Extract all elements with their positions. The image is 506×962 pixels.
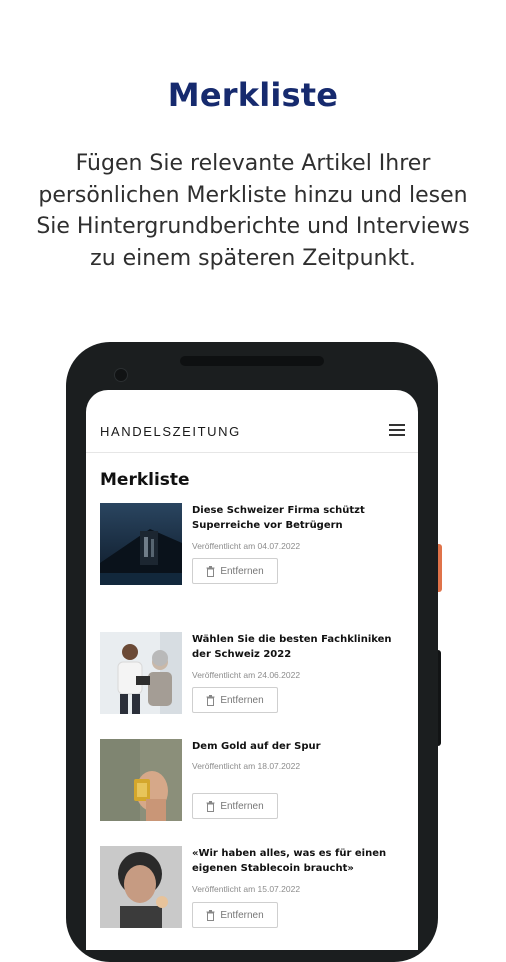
list-item[interactable]: Diese Schweizer Firma schützt Superreich…	[100, 503, 410, 593]
article-thumbnail[interactable]	[100, 846, 182, 928]
remove-button[interactable]: Entfernen	[192, 793, 278, 819]
promo-description: Fügen Sie relevante Artikel Ihrer persön…	[0, 148, 506, 274]
phone-speaker	[180, 356, 324, 366]
remove-button-label: Entfernen	[220, 565, 264, 577]
article-date: Veröffentlicht am 15.07.2022	[192, 884, 301, 894]
remove-button[interactable]: Entfernen	[192, 558, 278, 584]
phone-mockup: HANDELSZEITUNG Merkliste Diese Schweizer…	[66, 342, 438, 962]
article-title[interactable]: Wählen Sie die besten Fachkliniken der S…	[192, 632, 402, 662]
promo-description-line: Fügen Sie relevante Artikel Ihrer	[75, 151, 431, 176]
phone-screen: HANDELSZEITUNG Merkliste Diese Schweizer…	[86, 390, 418, 950]
article-title[interactable]: Dem Gold auf der Spur	[192, 739, 402, 754]
article-thumbnail[interactable]	[100, 739, 182, 821]
phone-camera-icon	[114, 368, 128, 382]
brand-logo[interactable]: HANDELSZEITUNG	[100, 424, 241, 439]
promo-title: Merkliste	[167, 76, 339, 114]
list-item[interactable]: «Wir haben alles, was es für einen eigen…	[100, 846, 410, 950]
article-title[interactable]: Diese Schweizer Firma schützt Superreich…	[192, 503, 402, 533]
list-item[interactable]: Wählen Sie die besten Fachkliniken der S…	[100, 632, 410, 722]
app-header: HANDELSZEITUNG	[86, 390, 418, 453]
remove-button-label: Entfernen	[220, 694, 264, 706]
promo-description-line: persönlichen Merkliste hinzu und lesen	[38, 182, 468, 208]
article-date: Veröffentlicht am 04.07.2022	[192, 541, 301, 551]
remove-button-label: Entfernen	[220, 909, 264, 921]
promo-description-line: zu einem späteren Zeitpunkt.	[90, 245, 416, 271]
remove-button[interactable]: Entfernen	[192, 902, 278, 928]
article-thumbnail[interactable]	[100, 632, 182, 714]
list-item[interactable]: Dem Gold auf der Spur Veröffentlicht am …	[100, 739, 410, 829]
promo-description-line: Sie Hintergrundberichte und Interviews	[36, 214, 470, 239]
page-title: Merkliste	[100, 470, 190, 490]
hamburger-menu-icon[interactable]	[389, 424, 405, 437]
article-date: Veröffentlicht am 24.06.2022	[192, 670, 301, 680]
article-thumbnail[interactable]	[100, 503, 182, 585]
trash-icon	[206, 909, 215, 921]
trash-icon	[206, 694, 215, 706]
remove-button[interactable]: Entfernen	[192, 687, 278, 713]
article-date: Veröffentlicht am 18.07.2022	[192, 761, 301, 771]
trash-icon	[206, 800, 215, 812]
article-title[interactable]: «Wir haben alles, was es für einen eigen…	[192, 846, 402, 876]
trash-icon	[206, 565, 215, 577]
remove-button-label: Entfernen	[220, 800, 264, 812]
